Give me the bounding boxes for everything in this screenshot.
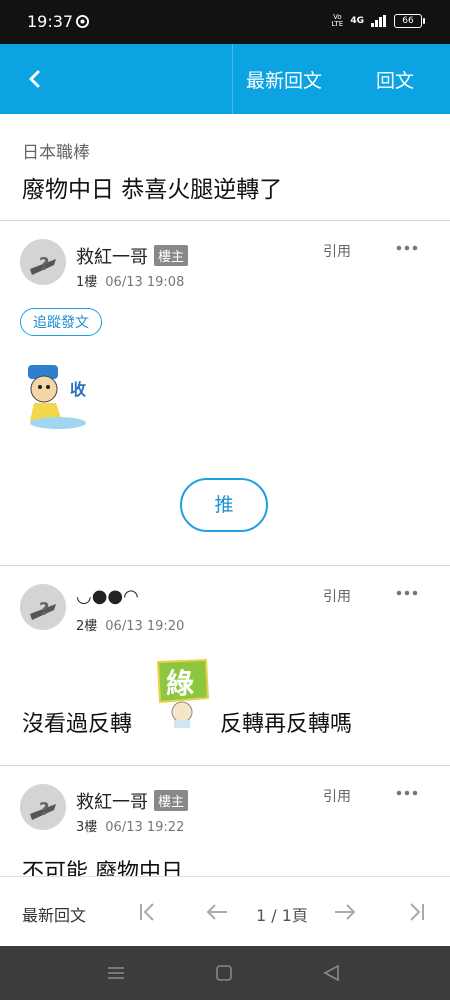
system-navigation-bar	[0, 946, 450, 1000]
arrow-right-icon[interactable]	[332, 899, 358, 925]
follow-posts-button[interactable]: 追蹤發文	[20, 308, 102, 336]
default-avatar-icon: ?	[20, 784, 66, 830]
latest-replies-button[interactable]: 最新回文	[246, 66, 322, 93]
post-1: ? 救紅一哥 樓主 1樓 06/13 19:08 引用 追蹤發文 收 推	[0, 221, 450, 566]
op-badge: 樓主	[154, 790, 189, 811]
more-dots-icon[interactable]	[396, 243, 418, 253]
default-avatar-icon: ?	[20, 584, 66, 630]
post-author[interactable]: ◡●●◠	[76, 586, 139, 607]
thread-header: 日本職棒 廢物中日 恭喜火腿逆轉了	[0, 114, 450, 221]
svg-text:收: 收	[70, 380, 86, 399]
post-meta: 1樓 06/13 19:08	[76, 271, 184, 290]
menu-icon[interactable]	[106, 963, 126, 983]
svg-text:?: ?	[39, 599, 49, 620]
push-button[interactable]: 推	[180, 478, 268, 532]
floor-number: 2樓	[76, 619, 98, 634]
first-page-icon[interactable]	[136, 899, 162, 925]
post-text-before: 沒看過反轉	[22, 712, 133, 737]
avatar[interactable]: ?	[20, 784, 66, 830]
header-divider	[232, 44, 233, 114]
volte-label: Vo LTE	[331, 13, 344, 28]
quote-button[interactable]: 引用	[323, 241, 351, 261]
more-dots-icon[interactable]	[396, 588, 418, 598]
page-indicator: 1 / 1頁	[256, 906, 308, 925]
svg-text:?: ?	[39, 254, 49, 275]
status-bar: 19:37 Vo LTE 4G 66	[0, 0, 450, 44]
reply-button[interactable]: 回文	[376, 66, 414, 93]
chevron-left-icon[interactable]	[18, 62, 52, 96]
battery-icon: 66	[394, 14, 425, 28]
green-sign-icon: 綠	[156, 658, 210, 728]
pager-bar: 最新回文 1 / 1頁	[0, 876, 450, 947]
more-dots-icon[interactable]	[396, 788, 418, 798]
pager-latest-replies-button[interactable]: 最新回文	[22, 902, 86, 926]
post-author[interactable]: 救紅一哥 樓主	[76, 788, 189, 814]
post-2: ? ◡●●◠ 2樓 06/13 19:20 引用 沒看過反轉 綠 反轉再反轉嗎	[0, 566, 450, 766]
post-time: 06/13 19:08	[105, 275, 185, 290]
avatar[interactable]: ?	[20, 584, 66, 630]
quote-button[interactable]: 引用	[323, 786, 351, 806]
home-icon[interactable]	[214, 963, 234, 983]
quote-button[interactable]: 引用	[323, 586, 351, 606]
browser-app-icon	[76, 15, 89, 28]
triangle-back-icon[interactable]	[322, 963, 342, 983]
post-meta: 2樓 06/13 19:20	[76, 615, 184, 634]
post-text: 不可能 廢物中日	[22, 860, 183, 876]
last-page-icon[interactable]	[402, 899, 428, 925]
status-time: 19:37	[27, 12, 74, 31]
green-sign-sticker: 綠	[152, 658, 212, 730]
status-right: Vo LTE 4G 66	[331, 13, 425, 28]
svg-text:?: ?	[39, 799, 49, 820]
post-text-after: 反轉再反轉嗎	[220, 712, 353, 737]
floor-number: 1樓	[76, 275, 98, 290]
author-name: 救紅一哥	[76, 792, 148, 813]
post-time: 06/13 19:22	[105, 820, 185, 835]
author-name: ◡●●◠	[76, 586, 139, 607]
post-3: ? 救紅一哥 樓主 3樓 06/13 19:22 引用 不可能 廢物中日	[0, 766, 450, 876]
arrow-left-icon[interactable]	[204, 899, 230, 925]
sticker-text: 綠	[166, 667, 194, 700]
app-header: 最新回文 回文	[0, 44, 450, 114]
floor-number: 3樓	[76, 820, 98, 835]
post-author[interactable]: 救紅一哥 樓主	[76, 243, 189, 269]
board-name[interactable]: 日本職棒	[22, 138, 90, 163]
signal-icon	[371, 15, 386, 27]
network-label: 4G	[350, 16, 364, 26]
cheering-sticker-icon: 收	[28, 365, 86, 429]
default-avatar-icon: ?	[20, 239, 66, 285]
author-name: 救紅一哥	[76, 247, 148, 268]
post-time: 06/13 19:20	[105, 619, 185, 634]
thread-title: 廢物中日 恭喜火腿逆轉了	[22, 177, 283, 203]
avatar[interactable]: ?	[20, 239, 66, 285]
op-badge: 樓主	[154, 245, 189, 266]
post-meta: 3樓 06/13 19:22	[76, 816, 184, 835]
